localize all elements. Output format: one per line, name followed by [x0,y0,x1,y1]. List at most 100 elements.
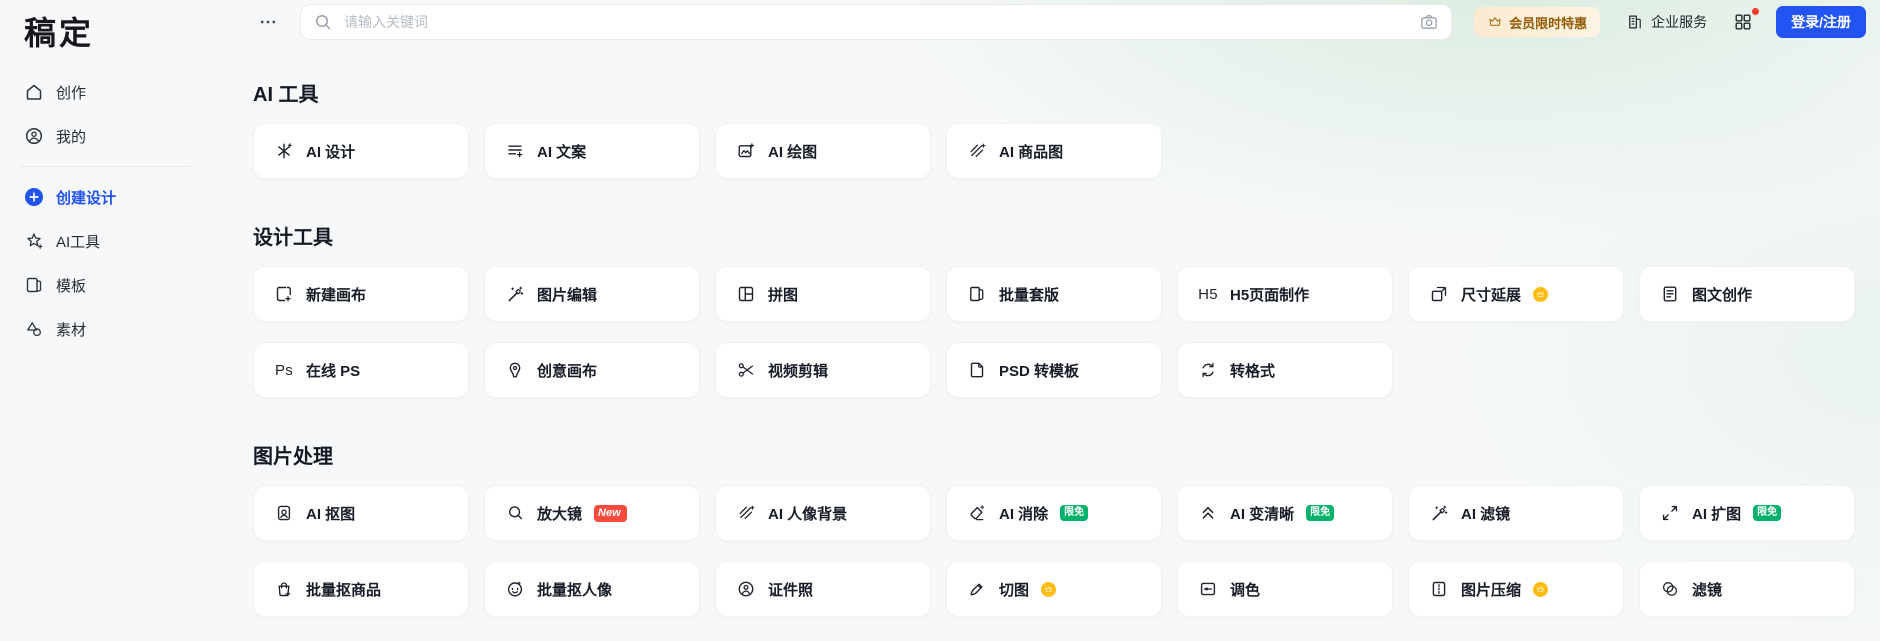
tool-card[interactable]: 滤镜 [1639,561,1855,617]
login-register-button[interactable]: 登录/注册 [1776,6,1866,38]
tool-card-label: AI 文案 [537,143,587,161]
tool-card[interactable]: H5 H5页面制作 [1177,266,1393,322]
tool-card[interactable]: 创意画布 [484,342,700,398]
id-photo-icon [736,579,756,599]
tool-card-label: 尺寸延展 [1461,286,1522,304]
tool-card-label: AI 扩图 [1692,505,1742,523]
image-plus-icon [736,141,756,161]
section-title: 图片处理 [253,446,333,468]
search-bar[interactable] [300,4,1453,40]
tool-card[interactable]: 批量抠人像 [484,561,700,617]
tool-card[interactable]: AI 滤镜 [1408,485,1624,541]
tool-card-label: 转格式 [1230,362,1276,380]
tool-card[interactable]: AI 扩图 限免 [1639,485,1855,541]
scissors-icon [736,360,756,380]
tool-card-label: 视频剪辑 [768,362,829,380]
more-button[interactable] [258,12,288,32]
vip-crown-badge [1533,286,1549,302]
sidebar-item-3[interactable]: 创建设计 [24,175,210,219]
shopping-bag-icon [274,579,294,599]
card-row: AI 设计 AI 文案 AI 绘图 AI 商品图 [253,123,1880,179]
section-title: AI 工具 [253,84,319,106]
file-icon [967,360,987,380]
tool-card-label: 图片压缩 [1461,581,1522,599]
tool-card[interactable]: 调色 [1177,561,1393,617]
tool-card[interactable]: 图片编辑 [484,266,700,322]
sidebar-item-label: 创建设计 [56,189,117,207]
apps-grid-button[interactable] [1733,7,1760,33]
tool-card-label: AI 消除 [999,505,1049,523]
slice-pen-icon [967,579,987,599]
expand-icon [1660,503,1680,523]
tool-card[interactable]: AI 人像背景 [715,485,931,541]
tool-card-label: AI 人像背景 [768,505,848,523]
sharpen-chevrons-icon [1198,503,1218,523]
eraser-icon [967,503,987,523]
free-badge: 限免 [1753,505,1782,521]
new-badge: New [594,504,627,522]
tool-card[interactable]: 批量套版 [946,266,1162,322]
tool-card[interactable]: AI 抠图 [253,485,469,541]
tool-card[interactable]: 切图 [946,561,1162,617]
tool-card[interactable]: 视频剪辑 [715,342,931,398]
section-1: 设计工具 新建画布 图片编辑 拼图 批量套版 H5 H5页面制作 尺寸延展 图文创作 Ps 在线 P… [253,221,1880,398]
tool-card[interactable]: PSD 转模板 [946,342,1162,398]
canvas-plus-icon [274,284,294,304]
tool-card-label: 批量套版 [999,286,1060,304]
template-icon [24,275,44,295]
tool-card-label: AI 商品图 [999,143,1064,161]
tool-card[interactable]: 证件照 [715,561,931,617]
sidebar-item-1[interactable]: 我的 [24,114,210,158]
user-icon [24,126,44,146]
tool-card[interactable]: 新建画布 [253,266,469,322]
tool-card[interactable]: 图文创作 [1639,266,1855,322]
tool-card-label: AI 设计 [306,143,356,161]
magnifier-icon [505,503,525,523]
enterprise-service-label: 企业服务 [1651,14,1708,30]
sidebar-item-0[interactable]: 创作 [24,70,210,114]
vip-promo-button[interactable]: 会员限时特惠 [1474,7,1601,37]
tool-card[interactable]: 拼图 [715,266,931,322]
tool-card-label: 图文创作 [1692,286,1753,304]
tool-card[interactable]: AI 商品图 [946,123,1162,179]
crown-icon [1487,14,1503,30]
vip-crown-badge [1533,581,1549,597]
tool-card-label: 创意画布 [537,362,598,380]
topbar: 会员限时特惠 企业服务 登录/注册 [210,0,1880,44]
tool-card[interactable]: AI 设计 [253,123,469,179]
brand-logo[interactable]: 稿定 [24,8,210,54]
tool-card[interactable]: 图片压缩 [1408,561,1624,617]
tool-card-label: AI 抠图 [306,505,356,523]
tool-card[interactable]: AI 变清晰 限免 [1177,485,1393,541]
camera-icon[interactable] [1419,12,1439,32]
notification-dot [1752,7,1760,15]
tool-card-label: AI 绘图 [768,143,818,161]
tool-card[interactable]: AI 消除 限免 [946,485,1162,541]
tool-card[interactable]: AI 绘图 [715,123,931,179]
sidebar-item-6[interactable]: 素材 [24,307,210,351]
sidebar-item-label: 素材 [56,321,87,339]
sidebar-item-5[interactable]: 模板 [24,263,210,307]
section-2: 图片处理 AI 抠图 放大镜 New AI 人像背景 AI 消除 限免 AI 变清晰 限免 AI … [253,440,1880,617]
plus-circle-icon [24,187,44,207]
sidebar-item-label: 我的 [56,128,87,146]
tool-card[interactable]: 批量抠商品 [253,561,469,617]
hatch-plus-icon [736,503,756,523]
tool-card-label: 滤镜 [1692,581,1723,599]
tool-card-label: AI 滤镜 [1461,505,1511,523]
enterprise-service-button[interactable]: 企业服务 [1626,12,1707,32]
card-row: 批量抠商品 批量抠人像 证件照 切图 调色 图片压缩 滤镜 [253,561,1880,617]
tool-card[interactable]: 尺寸延展 [1408,266,1624,322]
tool-card[interactable]: 转格式 [1177,342,1393,398]
hatch-plus-icon [967,141,987,161]
sidebar-item-4[interactable]: AI工具 [24,219,210,263]
tool-card-label: PSD 转模板 [999,362,1080,380]
tool-card[interactable]: 放大镜 New [484,485,700,541]
tool-card[interactable]: Ps 在线 PS [253,342,469,398]
ps-text-icon: Ps [274,361,294,379]
search-input[interactable] [342,13,1411,31]
tool-card[interactable]: AI 文案 [484,123,700,179]
tool-card-label: 放大镜 [537,505,583,523]
collage-icon [736,284,756,304]
tool-card-label: 批量抠商品 [306,581,382,599]
